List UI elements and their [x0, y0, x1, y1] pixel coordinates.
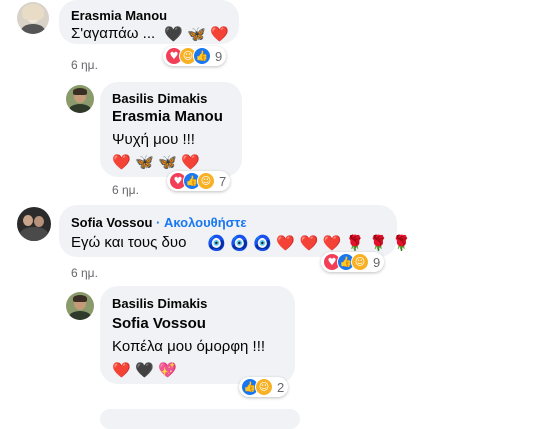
comment-author[interactable]: Erasmia Manou — [71, 8, 167, 23]
reaction-summary[interactable]: ♥ ☺ 👍 9 — [163, 46, 227, 66]
emoji: 🌹 — [345, 233, 365, 252]
comment-author: Sofia Vossou · Ακολουθήστε — [71, 215, 247, 230]
reaction-summary[interactable]: 👍 ☺ 2 — [239, 377, 289, 397]
author-name[interactable]: Sofia Vossou — [71, 215, 152, 230]
follow-link[interactable]: · Ακολουθήστε — [156, 215, 247, 230]
comment-bubble: Basilis Dimakis Sofia Vossou Κοπέλα μου … — [100, 286, 295, 384]
emoji: ❤️ — [112, 360, 131, 379]
emoji: ❤️ — [322, 233, 342, 252]
reaction-count: 2 — [277, 379, 285, 395]
emoji: 💖 — [158, 360, 177, 379]
mentioned-user[interactable]: Sofia Vossou — [112, 315, 206, 332]
comment-emojis: ❤️ 🖤 💖 — [112, 361, 177, 379]
comment-text: Ψυχή μου !!! — [112, 131, 195, 148]
care-icon: ☺ — [351, 253, 369, 271]
next-comment-bubble — [100, 409, 300, 429]
emoji: 🌹 — [392, 233, 411, 252]
reaction-count: 9 — [373, 254, 381, 270]
comment-bubble: Erasmia Manou Σ'αγαπάω ... 🖤 🦋 ❤️ — [59, 0, 239, 44]
comment-text: Εγώ και τους δυο — [71, 234, 187, 251]
comment-emojis: 🧿 🧿 🧿 ❤️ ❤️ ❤️ 🌹 🌹 🌹 — [207, 234, 411, 252]
reaction-summary[interactable]: ♥ 👍 ☺ 9 — [321, 252, 385, 272]
emoji: 🖤 — [135, 360, 154, 379]
avatar-basilis[interactable] — [66, 292, 94, 320]
reaction-summary[interactable]: ♥ 👍 ☺ 7 — [167, 171, 231, 191]
comment-author[interactable]: Basilis Dimakis — [112, 91, 207, 106]
comment-timestamp[interactable]: 6 ημ. — [112, 183, 139, 197]
emoji: 🌹 — [368, 233, 388, 252]
emoji: ❤️ — [210, 24, 229, 43]
emoji: 🦋 — [158, 152, 177, 171]
comment-text: Κοπέλα μου όμορφη !!! — [112, 338, 266, 355]
comment-text: Σ'αγαπάω ... — [71, 25, 156, 42]
emoji: 🦋 — [135, 152, 154, 171]
comment-timestamp[interactable]: 6 ημ. — [71, 266, 98, 280]
avatar-basilis[interactable] — [66, 85, 94, 113]
comment-bubble: Basilis Dimakis Erasmia Manou Ψυχή μου !… — [100, 82, 242, 177]
like-icon: 👍 — [193, 47, 211, 65]
comment-bubble: Sofia Vossou · Ακολουθήστε Εγώ και τους … — [59, 205, 411, 257]
emoji: 🦋 — [187, 24, 206, 43]
emoji: ❤️ — [299, 233, 319, 252]
emoji: ❤️ — [276, 233, 296, 252]
emoji: 🖤 — [164, 24, 183, 43]
emoji: 🧿 — [253, 233, 272, 252]
comment-author[interactable]: Basilis Dimakis — [112, 296, 207, 311]
emoji: 🧿 — [230, 233, 249, 252]
emoji: 🧿 — [207, 233, 226, 252]
reaction-count: 7 — [219, 173, 227, 189]
comment-timestamp[interactable]: 6 ημ. — [71, 58, 98, 72]
avatar-sofia[interactable] — [17, 207, 51, 241]
emoji: ❤️ — [112, 152, 131, 171]
emoji: ❤️ — [181, 152, 201, 171]
care-icon: ☺ — [255, 378, 273, 396]
avatar-erasmia[interactable] — [17, 2, 49, 34]
comment-emojis: 🖤 🦋 ❤️ — [164, 25, 229, 43]
mentioned-user[interactable]: Erasmia Manou — [112, 108, 223, 125]
comment-emojis: ❤️ 🦋 🦋 ❤️ — [112, 153, 200, 171]
care-icon: ☺ — [197, 172, 215, 190]
reaction-count: 9 — [215, 48, 223, 64]
